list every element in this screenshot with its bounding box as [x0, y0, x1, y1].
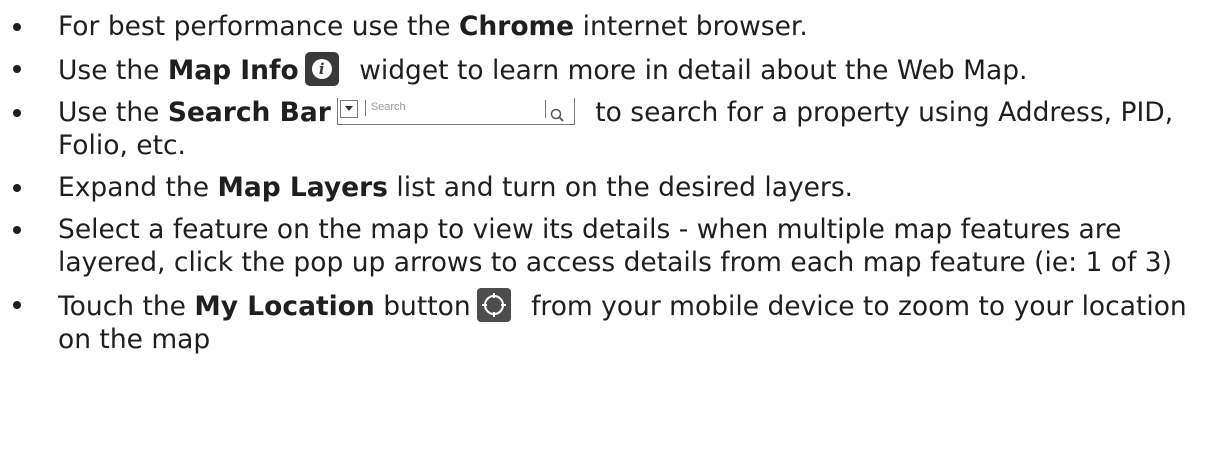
list-item-chrome: For best performance use the Chrome inte…: [0, 10, 1215, 43]
item-text-pre: Touch the: [58, 291, 195, 322]
crosshair-icon: [476, 288, 511, 322]
search-bar-label: Search Bar: [167, 97, 331, 128]
item-text-pre: Expand the: [58, 172, 218, 203]
list-item-search-bar: Use the Search Bar Search to search for a…: [0, 96, 1215, 162]
item-text-pre: Use the: [58, 97, 168, 128]
my-location-label: My Location: [194, 291, 375, 322]
item-text-post: internet browser.: [574, 11, 808, 42]
list-item-map-layers: Expand the Map Layers list and turn on t…: [0, 171, 1215, 204]
list-item-my-location: Touch the My Location button from your m…: [0, 288, 1215, 356]
search-icon: [549, 100, 567, 133]
chrome-label: Chrome: [458, 11, 575, 42]
chevron-down-icon: [339, 100, 358, 118]
item-text-post: widget to learn more in detail about the…: [350, 55, 1028, 86]
info-icon: i: [304, 52, 339, 86]
map-layers-label: Map Layers: [217, 172, 388, 203]
search-bar-image: Search: [336, 98, 575, 125]
item-text-post: list and turn on the desired layers.: [387, 172, 854, 203]
instructions-list: For best performance use the Chrome inte…: [0, 0, 1215, 356]
list-item-map-info: Use the Map Info i widget to learn more i…: [0, 52, 1215, 87]
search-placeholder: Search: [370, 101, 406, 113]
list-item-select-feature: Select a feature on the map to view its …: [0, 213, 1215, 279]
map-info-label: Map Info: [167, 55, 299, 86]
item-text-pre: Use the: [58, 55, 168, 86]
item-text-pre: For best performance use the: [58, 11, 459, 42]
item-text: Select a feature on the map to view its …: [58, 214, 1172, 278]
item-text-mid: button: [374, 291, 471, 322]
